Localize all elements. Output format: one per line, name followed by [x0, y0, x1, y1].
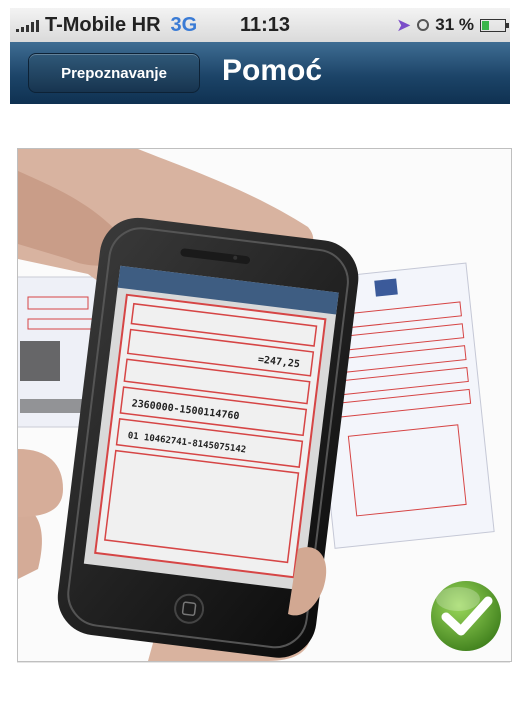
- battery-icon: [480, 18, 509, 32]
- checkmark-icon: [431, 581, 501, 651]
- divider: [17, 662, 510, 663]
- status-right-group: ➤ 31 %: [396, 14, 509, 36]
- status-time: 11:13: [240, 13, 291, 36]
- navigation-bar: Prepoznavanje Pomoć: [10, 42, 510, 104]
- page-title: Pomoć: [222, 54, 323, 87]
- network-type: 3G: [170, 13, 198, 36]
- carrier-name: T-Mobile HR: [45, 13, 161, 36]
- status-bar: T-Mobile HR 3G 11:13 ➤ 31 %: [10, 8, 510, 42]
- signal-strength-icon: [16, 18, 39, 32]
- battery-percent: 31 %: [435, 15, 474, 34]
- help-illustration: =247,25 2360000-1500114760 01 10462741-8…: [17, 148, 512, 662]
- alarm-icon: [417, 19, 430, 31]
- location-arrow-icon: ➤: [396, 14, 412, 35]
- scanned-slip-on-screen: =247,25 2360000-1500114760 01 10462741-8…: [94, 293, 327, 579]
- back-button[interactable]: Prepoznavanje: [28, 53, 200, 93]
